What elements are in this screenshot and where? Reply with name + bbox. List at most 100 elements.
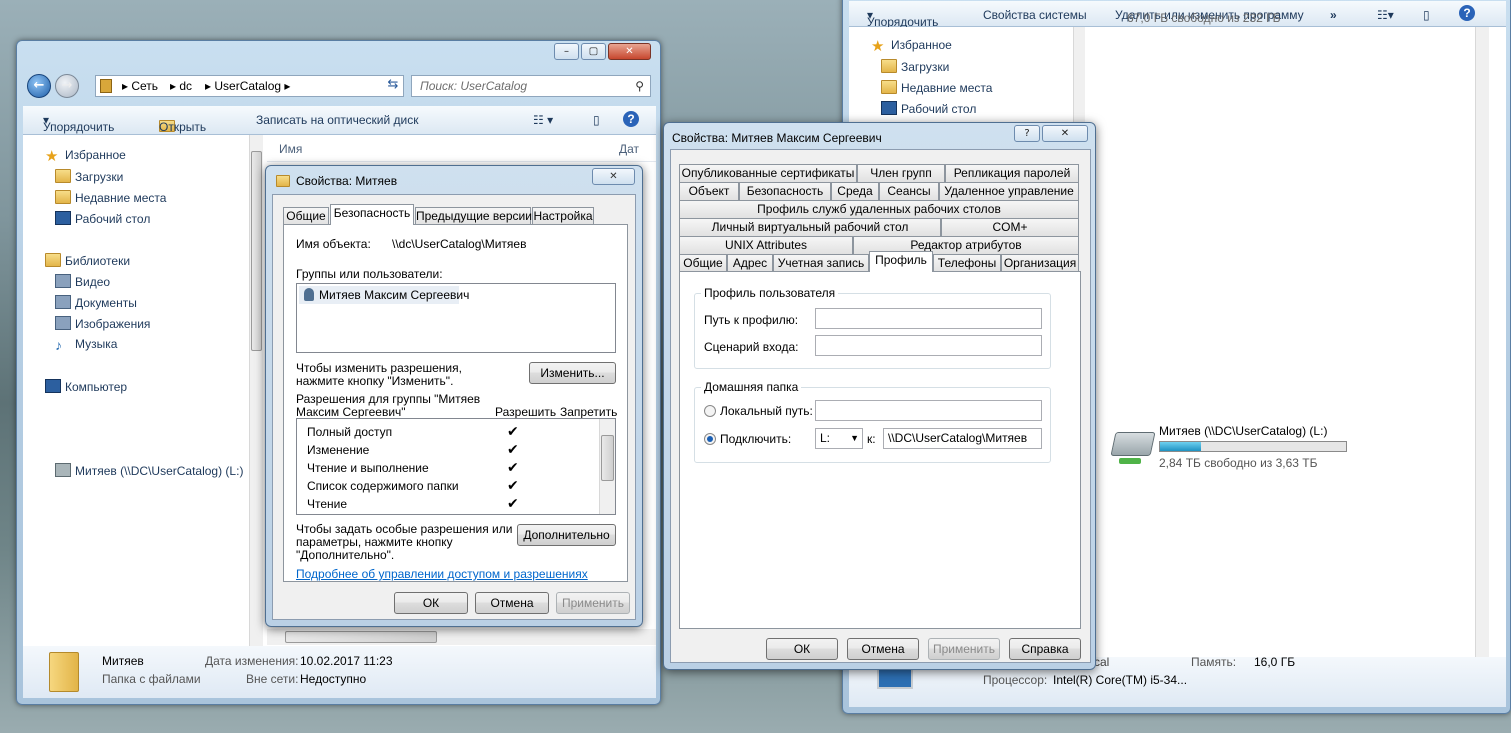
folder-dialog-body: Общие Безопасность Предыдущие версии Нас… xyxy=(272,194,636,620)
horizontal-scroll-thumb[interactable] xyxy=(285,631,437,643)
preview-pane-icon[interactable]: ▯ xyxy=(593,113,600,127)
tab-published-certs[interactable]: Опубликованные сертификаты xyxy=(679,164,857,182)
logon-script-label: Сценарий входа: xyxy=(704,340,799,354)
tab-member-of[interactable]: Член групп xyxy=(857,164,945,182)
tab-previous-versions[interactable]: Предыдущие версии xyxy=(415,207,532,225)
close-button[interactable]: ✕ xyxy=(608,43,651,60)
nav-favorites[interactable]: ★ Избранное xyxy=(45,148,126,164)
maximize-button[interactable]: ▢ xyxy=(581,43,606,60)
access-control-link[interactable]: Подробнее об управлении доступом и разре… xyxy=(296,567,588,581)
left-details-pane: Митяев Папка с файлами Дата изменения: 1… xyxy=(23,646,656,698)
nav-recent[interactable]: Недавние места xyxy=(55,190,166,205)
tab-account[interactable]: Учетная запись xyxy=(773,254,869,272)
back-button[interactable]: ← xyxy=(27,74,51,98)
nav-network-drive[interactable]: Митяев (\\DC\UserCatalog) (L:) xyxy=(55,463,243,478)
user-dialog-help-button[interactable]: ? xyxy=(1014,125,1040,142)
tab-environment[interactable]: Среда xyxy=(831,182,879,200)
right-nav-favorites[interactable]: ★ Избранное xyxy=(871,38,952,54)
help-icon[interactable]: ? xyxy=(623,111,639,127)
tab-general[interactable]: Общие xyxy=(283,207,329,225)
nav-scrollbar[interactable] xyxy=(249,135,263,646)
search-box[interactable]: Поиск: UserCatalog ⚲ xyxy=(411,75,651,97)
column-header-name[interactable]: Имя xyxy=(279,142,302,156)
tab-general[interactable]: Общие xyxy=(679,254,727,272)
right-content-scrollbar[interactable] xyxy=(1475,27,1489,657)
folder-cancel-button[interactable]: Отмена xyxy=(475,592,549,614)
user-help-button[interactable]: Справка xyxy=(1009,638,1081,660)
change-permissions-text: Чтобы изменить разрешения, нажмите кнопк… xyxy=(296,361,462,388)
folder-icon xyxy=(881,80,897,94)
logon-script-input[interactable] xyxy=(815,335,1042,356)
nav-music[interactable]: ♪ Музыка xyxy=(55,337,117,352)
burn-disc-button[interactable]: Записать на оптический диск xyxy=(256,113,419,127)
refresh-button[interactable]: ⇆ xyxy=(382,75,404,97)
column-header-date[interactable]: Дат xyxy=(619,142,639,156)
local-path-input[interactable] xyxy=(815,400,1042,421)
nav-libraries[interactable]: Библиотеки xyxy=(45,253,130,268)
user-ok-button[interactable]: ОК xyxy=(766,638,838,660)
nav-video[interactable]: Видео xyxy=(55,274,110,289)
tab-password-replication[interactable]: Репликация паролей xyxy=(945,164,1079,182)
details-offline-label: Вне сети: xyxy=(246,672,299,686)
change-button[interactable]: Изменить... xyxy=(529,362,616,384)
nav-downloads[interactable]: Загрузки xyxy=(55,169,123,184)
breadcrumb-usercatalog[interactable]: ▸ UserCatalog ▸ xyxy=(205,76,290,96)
user-list-item[interactable]: Митяев Максим Сергеевич xyxy=(299,286,469,304)
users-list[interactable]: Митяев Максим Сергеевич xyxy=(296,283,616,353)
local-path-radio[interactable] xyxy=(704,405,716,417)
nav-documents[interactable]: Документы xyxy=(55,295,137,310)
nav-desktop[interactable]: Рабочий стол xyxy=(55,211,150,226)
tab-unix-attributes[interactable]: UNIX Attributes xyxy=(679,236,853,254)
drive-tile[interactable]: Митяев (\\DC\UserCatalog) (L:) 2,84 ТБ с… xyxy=(1101,420,1475,476)
preview-pane-icon[interactable]: ▯ xyxy=(1423,8,1430,22)
more-commands-button[interactable]: » xyxy=(1330,8,1337,22)
security-tab-pane: Имя объекта: \\dc\UserCatalog\Митяев Гру… xyxy=(283,224,628,582)
tab-organization[interactable]: Организация xyxy=(1001,254,1079,272)
details-name: Митяев xyxy=(102,654,144,668)
horizontal-scrollbar[interactable] xyxy=(267,629,656,645)
home-path-input[interactable]: \\DC\UserCatalog\Митяев xyxy=(883,428,1042,449)
help-icon[interactable]: ? xyxy=(1459,5,1475,21)
address-bar[interactable]: ▸ Сеть ▸ dc ▸ UserCatalog ▸ xyxy=(95,75,404,97)
nav-images[interactable]: Изображения xyxy=(55,316,150,331)
right-nav-downloads[interactable]: Загрузки xyxy=(881,59,949,74)
drive-letter-select[interactable]: L: ▼ xyxy=(815,428,863,449)
tab-profile[interactable]: Профиль xyxy=(869,251,933,272)
view-options-icon[interactable]: ☷ ▾ xyxy=(533,113,553,127)
profile-path-input[interactable] xyxy=(815,308,1042,329)
permissions-scrollbar[interactable] xyxy=(599,419,615,514)
connect-radio[interactable] xyxy=(704,433,716,445)
tab-personal-vdi[interactable]: Личный виртуальный рабочий стол xyxy=(679,218,941,236)
permissions-list[interactable]: Полный доступ Изменение Чтение и выполне… xyxy=(296,418,616,515)
user-cancel-button[interactable]: Отмена xyxy=(847,638,919,660)
tab-security[interactable]: Безопасность xyxy=(330,204,414,225)
tab-customize[interactable]: Настройка xyxy=(532,207,594,225)
view-options-icon[interactable]: ☷▾ xyxy=(1377,8,1394,22)
nav-computer[interactable]: Компьютер xyxy=(45,379,127,394)
tab-telephones[interactable]: Телефоны xyxy=(933,254,1001,272)
tab-rds-profile[interactable]: Профиль служб удаленных рабочих столов xyxy=(679,200,1079,218)
nav-scroll-thumb[interactable] xyxy=(251,151,262,351)
tab-com-plus[interactable]: COM+ xyxy=(941,218,1079,236)
advanced-button[interactable]: Дополнительно xyxy=(517,524,616,546)
forward-button[interactable]: → xyxy=(55,74,79,98)
tab-object[interactable]: Объект xyxy=(679,182,739,200)
system-properties-button[interactable]: Свойства системы xyxy=(983,8,1087,22)
folder-dialog-close-button[interactable]: ✕ xyxy=(592,168,635,185)
permissions-scroll-thumb[interactable] xyxy=(601,435,614,481)
user-dialog-close-button[interactable]: ✕ xyxy=(1042,125,1088,142)
right-organize-menu[interactable]: Упорядочить ▾ xyxy=(867,8,938,29)
tab-sessions[interactable]: Сеансы xyxy=(879,182,939,200)
breadcrumb-dc[interactable]: ▸ dc xyxy=(170,76,192,96)
right-nav-desktop[interactable]: Рабочий стол xyxy=(881,101,976,116)
breadcrumb-network[interactable]: ▸ Сеть xyxy=(122,76,158,96)
organize-menu[interactable]: Упорядочить ▾ xyxy=(43,113,114,134)
tab-address[interactable]: Адрес xyxy=(727,254,773,272)
allow-check-icon: ✔ xyxy=(507,460,519,476)
tab-security[interactable]: Безопасность xyxy=(739,182,831,200)
minimize-button[interactable]: – xyxy=(554,43,579,60)
right-nav-recent[interactable]: Недавние места xyxy=(881,80,992,95)
folder-ok-button[interactable]: ОК xyxy=(394,592,468,614)
star-icon: ★ xyxy=(871,38,885,55)
tab-remote-control[interactable]: Удаленное управление xyxy=(939,182,1079,200)
